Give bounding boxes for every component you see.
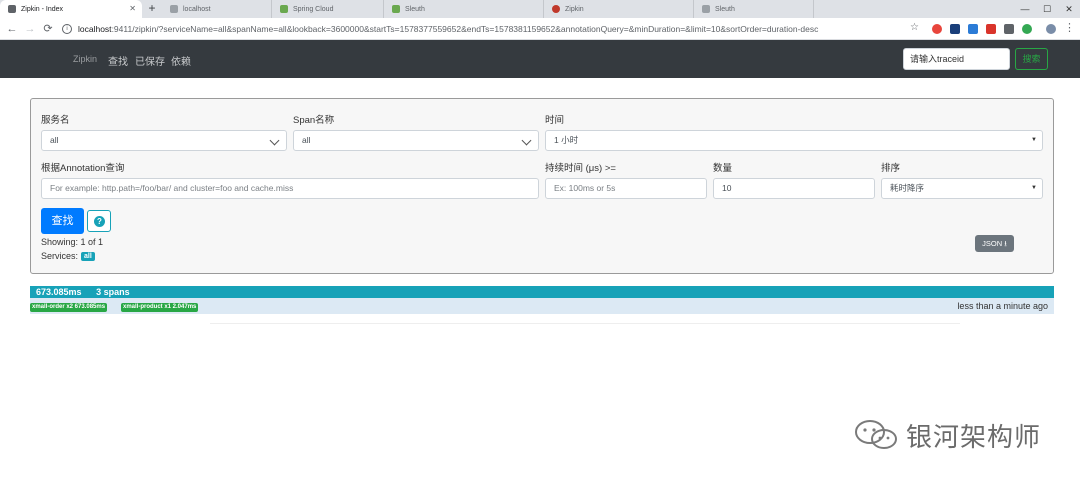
zipkin-navbar: Zipkin 查找 已保存 依赖 请输入traceid 搜索 — [0, 40, 1080, 78]
find-traces-button[interactable]: 查找 — [41, 208, 84, 234]
download-icon: ⭳ — [1004, 239, 1007, 248]
time-select[interactable]: 1 小时 ▼ — [545, 130, 1043, 151]
browser-tab-5[interactable]: Zipkin — [544, 0, 694, 18]
question-icon: ? — [94, 216, 105, 227]
page-favicon-icon — [552, 5, 560, 13]
browser-tab-6[interactable]: Sleuth — [694, 0, 814, 18]
trace-span-count: 3 spans — [96, 287, 130, 297]
wechat-watermark: 银河架构师 — [852, 415, 1041, 455]
services-summary: Services: all — [41, 251, 95, 261]
back-arrow-icon[interactable]: ← — [5, 21, 19, 37]
tab-title: Zipkin — [565, 5, 584, 13]
json-label: JSON — [982, 239, 1003, 248]
tab-title: Zipkin - Index — [21, 5, 64, 13]
tab-title: Sleuth — [405, 5, 425, 13]
trace-result-row[interactable]: xmall-order x2 673.085ms xmall-product x… — [30, 298, 1054, 314]
annotation-label: 根据Annotation查询 — [41, 163, 125, 174]
trace-result-bar[interactable]: 673.085ms 3 spans — [30, 286, 1054, 298]
extension-icon[interactable] — [986, 24, 996, 34]
url-path: :9411/zipkin/?serviceName=all&spanName=a… — [111, 24, 819, 34]
browser-tab-4[interactable]: Sleuth — [384, 0, 544, 18]
service-value: all — [50, 135, 59, 145]
page-favicon-icon — [392, 5, 400, 13]
divider — [210, 323, 960, 324]
help-button[interactable]: ? — [87, 210, 111, 232]
url-host: localhost — [78, 24, 112, 34]
page-favicon-icon — [702, 5, 710, 13]
sort-select[interactable]: 耗时降序 ▼ — [881, 178, 1043, 199]
traceid-input[interactable]: 请输入traceid — [903, 48, 1010, 70]
annotation-query-input[interactable]: For example: http.path=/foo/bar/ and clu… — [41, 178, 539, 199]
tab-title: localhost — [183, 5, 211, 13]
sort-label: 排序 — [881, 163, 901, 174]
span-select[interactable]: all — [293, 130, 539, 151]
span-label: Span名称 — [293, 115, 335, 126]
browser-tab-3[interactable]: Spring Cloud — [272, 0, 384, 18]
site-info-icon[interactable]: i — [62, 24, 72, 34]
showing-count: Showing: 1 of 1 — [41, 237, 104, 247]
address-bar[interactable]: i localhost:9411/zipkin/?serviceName=all… — [62, 21, 902, 37]
profile-avatar[interactable] — [1046, 24, 1056, 34]
trace-timestamp: less than a minute ago — [957, 301, 1048, 311]
browser-tab-zipkin[interactable]: Zipkin - Index ✕ — [0, 0, 142, 18]
min-duration-input[interactable]: Ex: 100ms or 5s — [545, 178, 707, 199]
zipkin-brand[interactable]: Zipkin — [73, 54, 97, 64]
browser-toolbar: ← → ⟳ i localhost:9411/zipkin/?serviceNa… — [0, 18, 1080, 40]
maximize-button[interactable]: ☐ — [1038, 0, 1056, 18]
chevron-down-icon — [269, 135, 280, 146]
chevron-down-icon — [521, 135, 532, 146]
nav-find[interactable]: 查找 — [108, 53, 128, 68]
page-favicon-icon — [280, 5, 288, 13]
limit-label: 数量 — [713, 163, 733, 174]
time-label: 时间 — [545, 115, 565, 126]
services-label: Services: — [41, 251, 79, 261]
service-label: 服务名 — [41, 115, 70, 126]
limit-input[interactable]: 10 — [713, 178, 875, 199]
watermark-text: 银河架构师 — [906, 422, 1042, 453]
nav-dependencies[interactable]: 依赖 — [171, 53, 191, 68]
service-badge-xmall-order[interactable]: xmall-order x2 673.085ms — [30, 303, 108, 312]
caret-down-icon: ▼ — [1031, 185, 1037, 191]
sort-value: 耗时降序 — [890, 183, 925, 193]
extension-icon[interactable] — [950, 24, 960, 34]
traceid-search-button[interactable]: 搜索 — [1015, 48, 1048, 70]
extension-icon[interactable] — [1022, 24, 1032, 34]
tab-title: Spring Cloud — [293, 5, 334, 13]
minimize-button[interactable]: — — [1016, 0, 1034, 18]
extension-icon[interactable] — [1004, 24, 1014, 34]
reload-icon[interactable]: ⟳ — [41, 21, 55, 37]
json-download-button[interactable]: JSON ⭳ — [975, 235, 1014, 252]
extension-icon[interactable] — [932, 24, 942, 34]
caret-down-icon: ▼ — [1031, 137, 1037, 143]
service-badge-all[interactable]: all — [81, 251, 95, 261]
close-tab-icon[interactable]: ✕ — [129, 4, 136, 13]
service-badge-xmall-product[interactable]: xmall-product x1 2.047ms — [121, 303, 199, 312]
close-window-button[interactable]: ✕ — [1060, 0, 1078, 18]
nav-saved[interactable]: 已保存 — [135, 53, 165, 68]
extension-icon[interactable] — [968, 24, 978, 34]
zipkin-favicon-icon — [8, 5, 16, 13]
wechat-logo-icon — [855, 420, 897, 449]
browser-tab-strip: Zipkin - Index ✕ + localhost Spring Clou… — [0, 0, 1080, 18]
bookmark-star-icon[interactable]: ☆ — [910, 22, 919, 33]
page-favicon-icon — [170, 5, 178, 13]
duration-label: 持续时间 (μs) >= — [545, 163, 616, 174]
service-select[interactable]: all — [41, 130, 287, 151]
time-value: 1 小时 — [554, 135, 579, 145]
trace-duration: 673.085ms — [36, 287, 82, 297]
new-tab-button[interactable]: + — [145, 2, 159, 16]
tab-title: Sleuth — [715, 5, 735, 13]
span-value: all — [302, 135, 311, 145]
browser-tab-2[interactable]: localhost — [162, 0, 272, 18]
search-panel: 服务名 all Span名称 all 时间 1 小时 ▼ 根据Annotatio… — [30, 98, 1054, 274]
forward-arrow-icon[interactable]: → — [23, 21, 37, 37]
browser-menu-icon[interactable]: ⋮ — [1064, 21, 1075, 34]
